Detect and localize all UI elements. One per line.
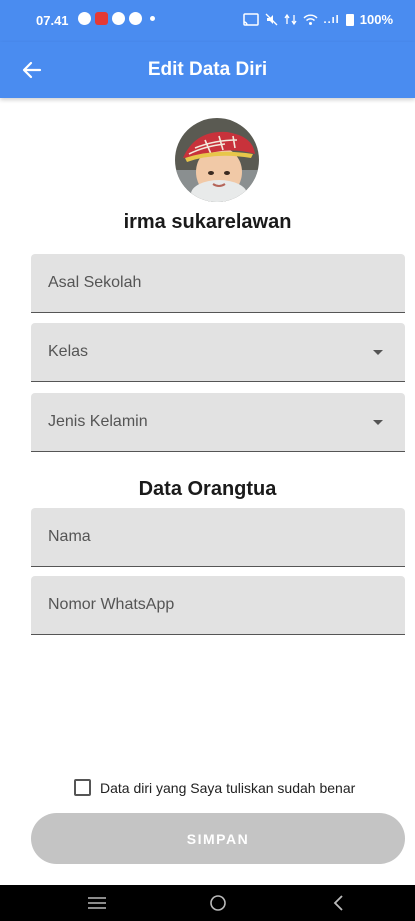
nomor-whatsapp-field[interactable]: Nomor WhatsApp	[31, 576, 405, 635]
nama-field[interactable]: Nama	[31, 508, 405, 567]
kelas-dropdown[interactable]: Kelas	[31, 323, 405, 382]
kelas-placeholder: Kelas	[48, 343, 89, 360]
nama-placeholder: Nama	[48, 528, 91, 545]
dropdown-arrow-icon	[373, 420, 383, 425]
confirm-label: Data diri yang Saya tuliskan sudah benar	[100, 779, 356, 796]
jenis-kelamin-placeholder: Jenis Kelamin	[48, 413, 148, 430]
simpan-button[interactable]: SIMPAN	[31, 813, 405, 864]
menu-icon	[88, 897, 106, 909]
home-icon	[210, 895, 226, 911]
system-icons: ..ıl 100%	[242, 12, 393, 27]
avatar-photo	[175, 118, 259, 202]
app-bar: Edit Data Diri	[0, 42, 415, 98]
nav-back-button[interactable]	[308, 885, 368, 921]
notification-icons	[78, 12, 155, 25]
notification-icon	[95, 12, 108, 25]
asal-sekolah-field[interactable]: Asal Sekolah	[31, 254, 405, 313]
jenis-kelamin-dropdown[interactable]: Jenis Kelamin	[31, 393, 405, 452]
asal-sekolah-placeholder: Asal Sekolah	[48, 274, 142, 291]
avatar[interactable]	[175, 118, 259, 202]
dot-icon	[150, 16, 155, 21]
app-icon	[129, 12, 142, 25]
signal-icon: ..ıl	[323, 13, 340, 26]
confirm-checkbox-row[interactable]: Data diri yang Saya tuliskan sudah benar	[74, 779, 355, 796]
user-name: irma sukarelawan	[123, 211, 292, 233]
battery-icon	[345, 13, 354, 26]
help-icon	[112, 12, 125, 25]
battery-level: 100%	[359, 12, 393, 27]
confirm-checkbox[interactable]	[74, 779, 91, 796]
status-bar: 07.41 ..ıl 100%	[0, 0, 415, 42]
chat-icon	[78, 12, 91, 25]
recents-button[interactable]	[67, 885, 127, 921]
home-button[interactable]	[188, 885, 248, 921]
data-icon	[283, 13, 297, 26]
navigation-bar	[0, 885, 415, 921]
wifi-icon	[303, 14, 318, 25]
cast-icon	[242, 13, 259, 26]
page-title: Edit Data Diri	[147, 59, 268, 80]
dropdown-arrow-icon	[373, 350, 383, 355]
section-title: Data Orangtua	[138, 478, 277, 500]
status-time: 07.41	[36, 13, 69, 28]
back-icon	[333, 895, 343, 911]
mute-icon	[265, 13, 277, 26]
nomor-whatsapp-placeholder: Nomor WhatsApp	[48, 596, 175, 613]
